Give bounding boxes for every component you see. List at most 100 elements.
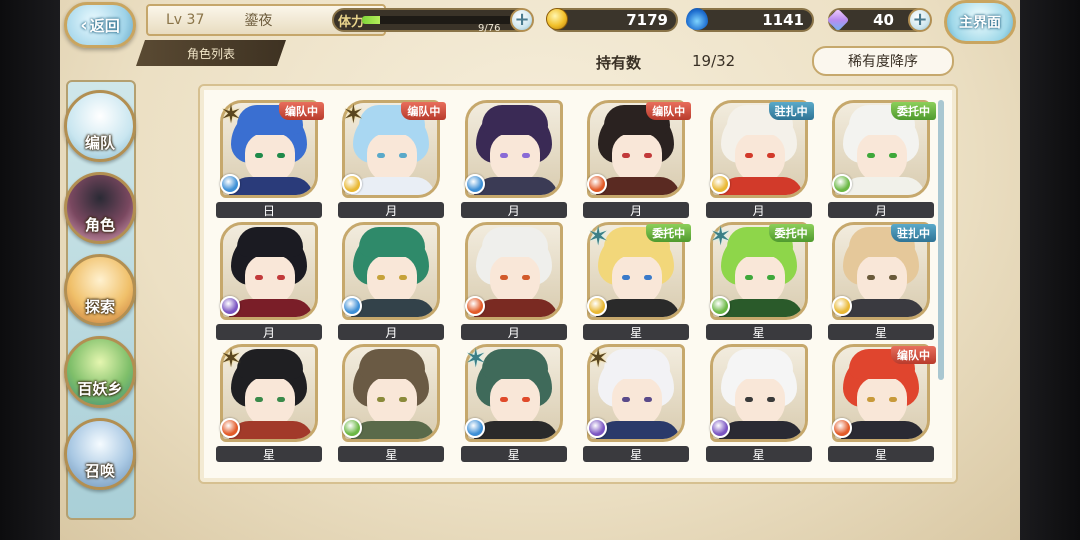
character-list-tab-label: 角色列表: [186, 46, 235, 61]
character-face: [857, 377, 907, 427]
coin-value: 7179: [626, 11, 668, 29]
fire-element-icon: [220, 418, 240, 438]
rank-label: 星: [583, 446, 690, 462]
nav-summon-label: 召唤: [84, 462, 115, 480]
character-face: [245, 255, 295, 305]
rarity-star-icon: ✶: [342, 100, 365, 130]
coin-icon: [546, 8, 568, 30]
rank-label: 星: [828, 324, 934, 340]
character-card[interactable]: ✶ 编队中日: [216, 100, 324, 220]
character-face: [489, 133, 540, 183]
rank-label: 月: [338, 202, 445, 218]
character-face: [489, 255, 540, 305]
character-card[interactable]: 月: [216, 222, 322, 342]
character-face: [734, 133, 785, 183]
letterbox-right: [1020, 0, 1080, 540]
character-card[interactable]: ✶ 星: [216, 344, 322, 464]
nav-character[interactable]: 角色: [64, 172, 136, 244]
stamina-fill: [362, 16, 380, 24]
rank-label: 月: [216, 324, 322, 340]
character-card[interactable]: 委托中月: [828, 100, 936, 220]
status-badge: 驻扎中: [768, 102, 814, 120]
holdings-value: 19/32: [692, 52, 736, 70]
rarity-star-icon: ✶: [220, 344, 242, 374]
main-menu-button[interactable]: 主界面: [944, 0, 1016, 44]
character-face: [612, 377, 663, 427]
status-badge: 驻扎中: [891, 224, 936, 242]
water-element-icon: [464, 174, 485, 194]
rank-label: 月: [828, 202, 934, 218]
character-card[interactable]: ✶ 星: [460, 344, 567, 464]
rank-label: 日: [216, 202, 322, 218]
character-card[interactable]: 编队中星: [828, 344, 936, 464]
character-card[interactable]: 驻扎中星: [828, 222, 936, 342]
game-screen: ‹ 返回 Lv 37 鎏夜 体力 9/76 + 7179 1141 40 + 主…: [60, 0, 1020, 540]
dark-element-icon: [709, 418, 730, 438]
main-menu-label: 主界面: [959, 15, 1001, 31]
status-badge: 委托中: [768, 224, 814, 242]
sort-rarity-button[interactable]: 稀有度降序: [812, 46, 954, 76]
character-card[interactable]: ✶ 委托中星: [705, 222, 814, 342]
light-element-icon: [832, 296, 852, 316]
wind-element-icon: [832, 174, 852, 194]
player-name: 鎏夜: [244, 13, 273, 29]
rank-label: 星: [216, 446, 322, 462]
fire-element-icon: [832, 418, 852, 438]
holdings-label: 持有数: [596, 54, 642, 72]
status-badge: 委托中: [891, 102, 936, 120]
character-card[interactable]: 星: [705, 344, 812, 464]
character-card[interactable]: 月: [460, 100, 567, 220]
status-badge: 编队中: [401, 102, 447, 120]
left-nav: 编队 角色 探索 百妖乡 召唤: [60, 80, 140, 520]
character-card[interactable]: ✶ 委托中星: [583, 222, 692, 342]
character-face: [612, 133, 663, 183]
character-card[interactable]: 星: [338, 344, 445, 464]
rank-label: 月: [338, 324, 445, 340]
rarity-star-icon: ✶: [220, 100, 242, 130]
nav-summon[interactable]: 召唤: [64, 418, 136, 490]
character-face: [367, 377, 418, 427]
rank-label: 星: [828, 446, 934, 462]
nav-village[interactable]: 百妖乡: [64, 336, 136, 408]
fire-element-icon: [464, 296, 485, 316]
water-element-icon: [464, 418, 485, 438]
add-stamina-button[interactable]: +: [510, 8, 534, 32]
rarity-star-icon: ✶: [464, 344, 487, 374]
rank-label: 星: [705, 446, 812, 462]
stamina-value: 9/76: [478, 23, 501, 34]
player-level: Lv 37: [166, 12, 205, 28]
water-element-icon: [220, 174, 240, 194]
character-card[interactable]: ✶ 编队中月: [338, 100, 447, 220]
rarity-star-icon: ✶: [587, 222, 610, 252]
status-badge: 编队中: [279, 102, 324, 120]
rank-label: 月: [583, 202, 690, 218]
light-element-icon: [709, 174, 730, 194]
roster-scrollbar[interactable]: [938, 100, 944, 380]
back-button[interactable]: ‹ 返回: [64, 2, 136, 48]
dark-element-icon: [220, 296, 240, 316]
character-face: [734, 255, 785, 305]
stamina-bar: 体力 9/76: [332, 8, 532, 34]
soul-fire-icon: [686, 8, 708, 30]
sort-label: 稀有度降序: [848, 54, 918, 70]
add-gem-button[interactable]: +: [908, 8, 932, 32]
nav-formation-label: 编队: [84, 134, 115, 152]
stamina-label: 体力: [338, 15, 365, 30]
chevron-left-icon: ‹: [80, 14, 88, 36]
character-face: [245, 377, 295, 427]
character-card[interactable]: 月: [460, 222, 567, 342]
roster-scroll-thumb[interactable]: [938, 100, 944, 380]
nav-formation[interactable]: 编队: [64, 90, 136, 162]
nav-explore[interactable]: 探索: [64, 254, 136, 326]
character-face: [734, 377, 785, 427]
character-list-tab: 角色列表: [136, 40, 286, 66]
nav-character-label: 角色: [84, 216, 115, 234]
character-card[interactable]: 驻扎中月: [705, 100, 814, 220]
character-face: [857, 133, 907, 183]
letterbox-left: [0, 0, 60, 540]
character-card[interactable]: 月: [338, 222, 445, 342]
character-face: [245, 133, 295, 183]
back-label: 返回: [89, 16, 120, 35]
character-card[interactable]: ✶ 星: [583, 344, 690, 464]
character-card[interactable]: 编队中月: [583, 100, 692, 220]
